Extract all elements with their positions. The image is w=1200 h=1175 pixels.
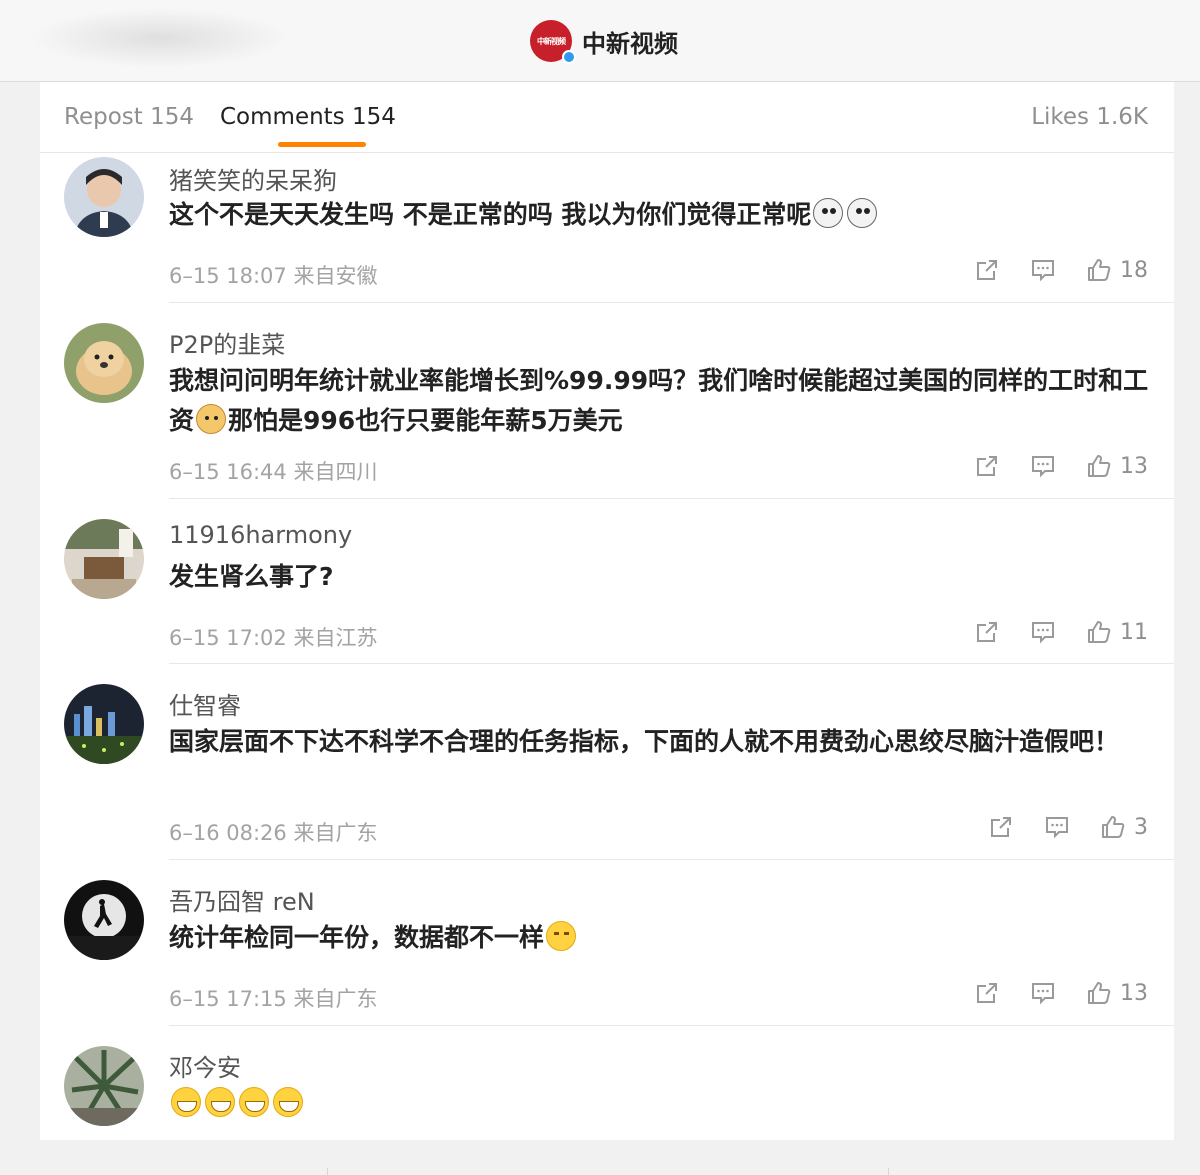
comments-panel: Repost 154 Comments 154 Likes 1.6K 猪笑笑的呆…: [40, 82, 1174, 1140]
comment-item: P2P的韭菜 我想问问明年统计就业率能增长到%99.99吗？我们啥时候能超过美国…: [40, 303, 1174, 499]
account-logo-text: 中新视频: [537, 36, 566, 46]
comment-item: 吾乃囧智 reN 统计年检同一年份，数据都不一样 6–15 17:15 来自广东…: [40, 860, 1174, 1026]
avatar-image: [64, 323, 144, 403]
comment-text-content: 统计年检同一年份，数据都不一样: [169, 923, 545, 952]
hug-emoji-icon: [546, 921, 577, 951]
comment-meta: 6–16 08:26 来自广东: [169, 821, 378, 845]
like-count: 11: [1120, 619, 1148, 645]
comment-item: 邓今安: [40, 1026, 1174, 1140]
share-icon[interactable]: [974, 257, 1000, 283]
like-button[interactable]: 18: [1086, 257, 1148, 283]
top-bar: 中新视频 中新视频: [0, 0, 1200, 82]
like-button[interactable]: 13: [1086, 980, 1148, 1006]
comment-actions: 11: [974, 619, 1148, 645]
comment-text: 这个不是天天发生吗 不是正常的吗 我以为你们觉得正常呢: [169, 195, 1159, 235]
comment-meta: 6–15 17:02 来自江苏: [169, 626, 378, 650]
comment-text: 国家层面不下达不科学不合理的任务指标，下面的人就不用费劲心思绞尽脑汁造假吧！: [169, 727, 1120, 756]
like-button[interactable]: 3: [1100, 814, 1148, 840]
toolbar-separator: [888, 1168, 889, 1175]
tab-likes[interactable]: Likes 1.6K: [1031, 104, 1148, 130]
comment-item: 仕智睿 国家层面不下达不科学不合理的任务指标，下面的人就不用费劲心思绞尽脑汁造假…: [40, 664, 1174, 860]
like-count: 13: [1120, 980, 1148, 1006]
comment-text: [169, 1084, 1159, 1124]
avatar[interactable]: [64, 323, 144, 403]
comment-meta: 6–15 17:15 来自广东: [169, 987, 378, 1011]
thumbs-up-icon: [1086, 257, 1112, 283]
comment-actions: 18: [974, 257, 1148, 283]
tab-comments[interactable]: Comments 154: [220, 104, 396, 130]
thumbs-up-icon: [1100, 814, 1126, 840]
comment-text-content: 那怕是996也行只要能年薪5万美元: [228, 406, 623, 435]
comment-text-content: 这个不是天天发生吗 不是正常的吗 我以为你们觉得正常呢: [169, 200, 812, 229]
comment-icon[interactable]: [1030, 257, 1056, 283]
bottom-toolbar: [0, 1140, 1200, 1175]
comment-actions: 13: [974, 453, 1148, 479]
avatar-image: [64, 519, 144, 599]
comment-item: 11916harmony 发生肾么事了? 6–15 17:02 来自江苏 11: [40, 499, 1174, 664]
username[interactable]: 仕智睿: [169, 686, 241, 721]
grin-emoji-icon: [273, 1087, 303, 1117]
avatar[interactable]: [64, 1046, 144, 1126]
comment-text: 发生肾么事了?: [169, 562, 334, 591]
active-tab-indicator: [278, 142, 366, 147]
comment-item: 猪笑笑的呆呆狗 这个不是天天发生吗 不是正常的吗 我以为你们觉得正常呢 6–15…: [40, 153, 1174, 303]
comment-icon[interactable]: [1030, 619, 1056, 645]
share-icon[interactable]: [988, 814, 1014, 840]
verified-badge-icon: [562, 50, 576, 64]
like-count: 3: [1134, 814, 1148, 840]
avatar[interactable]: [64, 684, 144, 764]
username[interactable]: 邓今安: [169, 1048, 241, 1083]
share-icon[interactable]: [974, 980, 1000, 1006]
avatar-image: [64, 880, 144, 960]
avatar-image: [64, 684, 144, 764]
interaction-tabs: Repost 154 Comments 154 Likes 1.6K: [40, 82, 1174, 153]
like-button[interactable]: 11: [1086, 619, 1148, 645]
like-count: 13: [1120, 453, 1148, 479]
tab-repost[interactable]: Repost 154: [64, 104, 194, 130]
comment-icon[interactable]: [1030, 980, 1056, 1006]
thumbs-up-icon: [1086, 980, 1112, 1006]
avatar[interactable]: [64, 157, 144, 237]
avatar[interactable]: [64, 519, 144, 599]
grin-emoji-icon: [205, 1087, 235, 1117]
grin-emoji-icon: [171, 1087, 201, 1117]
account-header[interactable]: 中新视频 中新视频: [530, 19, 678, 64]
comment-meta: 6–15 18:07 来自安徽: [169, 264, 378, 288]
username[interactable]: P2P的韭菜: [169, 325, 285, 360]
toolbar-separator: [327, 1168, 328, 1175]
like-button[interactable]: 13: [1086, 453, 1148, 479]
shiba-emoji-icon: [196, 404, 227, 434]
avatar[interactable]: [64, 880, 144, 960]
username[interactable]: 吾乃囧智 reN: [169, 882, 315, 917]
dog-emoji-icon: [813, 198, 844, 228]
blurred-back-button-area: [30, 8, 290, 68]
comment-text: 我想问问明年统计就业率能增长到%99.99吗？我们啥时候能超过美国的同样的工时和…: [169, 361, 1159, 441]
like-count: 18: [1120, 257, 1148, 283]
share-icon[interactable]: [974, 619, 1000, 645]
avatar-image: [64, 157, 144, 237]
avatar-image: [64, 1046, 144, 1126]
dog-emoji-icon: [847, 198, 878, 228]
username[interactable]: 猪笑笑的呆呆狗: [169, 161, 337, 196]
comment-actions: 3: [988, 814, 1148, 840]
comment-actions: 13: [974, 980, 1148, 1006]
account-name: 中新视频: [582, 29, 678, 58]
comment-icon[interactable]: [1044, 814, 1070, 840]
share-icon[interactable]: [974, 453, 1000, 479]
grin-emoji-icon: [239, 1087, 269, 1117]
username[interactable]: 11916harmony: [169, 521, 352, 549]
comment-meta: 6–15 16:44 来自四川: [169, 460, 378, 484]
comment-text: 统计年检同一年份，数据都不一样: [169, 918, 1159, 958]
account-logo: 中新视频: [530, 20, 576, 64]
thumbs-up-icon: [1086, 453, 1112, 479]
comment-icon[interactable]: [1030, 453, 1056, 479]
thumbs-up-icon: [1086, 619, 1112, 645]
